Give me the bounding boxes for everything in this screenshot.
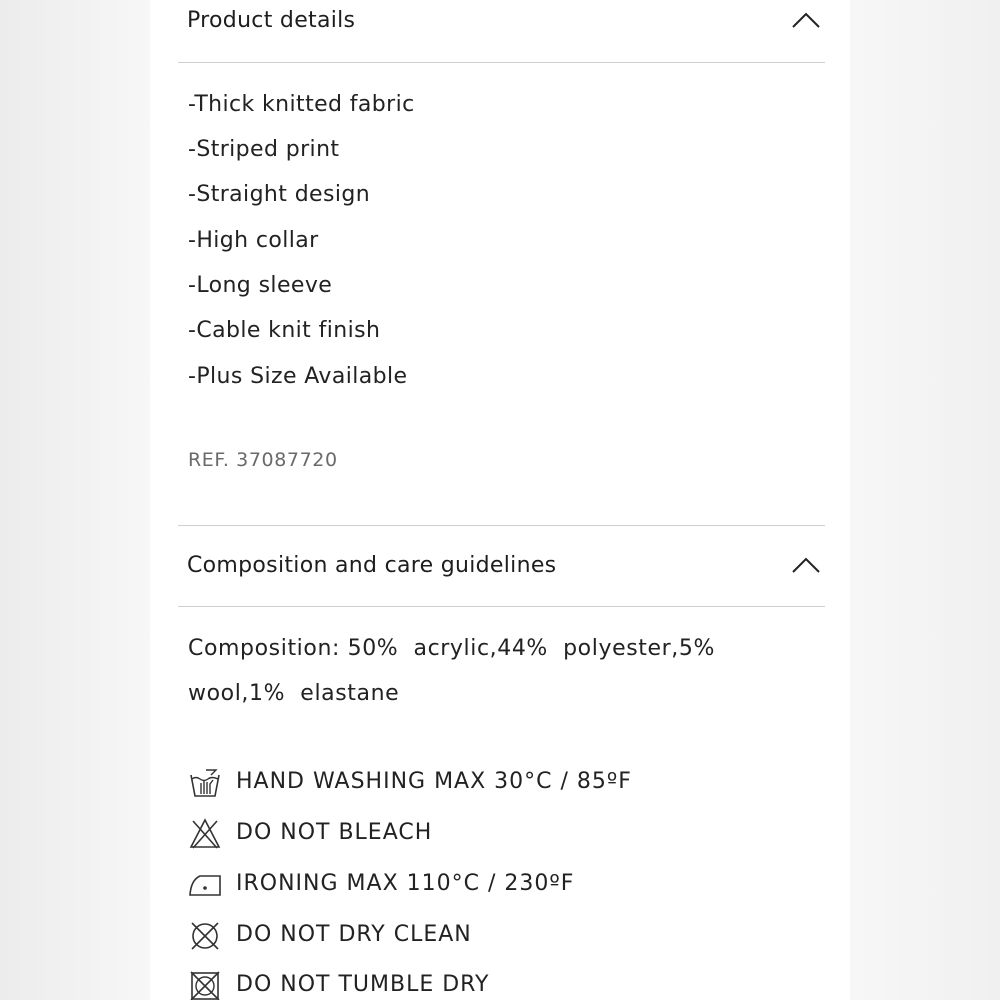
detail-item: -Striped print (188, 137, 340, 162)
care-text: IRONING MAX 110°C / 230ºF (236, 871, 575, 896)
product-details-title: Product details (187, 8, 356, 33)
no-bleach-icon (189, 818, 221, 849)
divider (178, 62, 825, 63)
care-text: DO NOT BLEACH (236, 820, 433, 845)
product-reference: REF. 37087720 (188, 449, 338, 471)
hand-wash-icon (190, 769, 220, 797)
detail-item: -Straight design (188, 182, 371, 207)
detail-item: -Plus Size Available (188, 364, 408, 389)
product-details-accordion-header[interactable]: Product details (178, 0, 825, 46)
detail-item: -Cable knit finish (188, 318, 381, 343)
divider (178, 606, 825, 607)
detail-item: -Thick knitted fabric (188, 92, 415, 117)
chevron-up-icon[interactable] (791, 553, 821, 577)
care-text: HAND WASHING MAX 30°C / 85ºF (236, 769, 632, 794)
care-text: DO NOT DRY CLEAN (236, 922, 472, 947)
detail-item: -Long sleeve (188, 273, 333, 298)
composition-text: Composition: 50% acrylic,44% polyester,5… (188, 636, 715, 661)
iron-icon (189, 875, 221, 896)
divider (178, 525, 825, 526)
composition-title: Composition and care guidelines (187, 553, 557, 578)
care-text: DO NOT TUMBLE DRY (236, 972, 490, 997)
page: Product details -Thick knitted fabric -S… (0, 0, 1000, 1000)
composition-accordion-header[interactable]: Composition and care guidelines (178, 545, 825, 591)
chevron-up-icon[interactable] (791, 8, 821, 32)
detail-item: -High collar (188, 228, 319, 253)
composition-text: wool,1% elastane (188, 681, 400, 706)
no-tumble-dry-icon (190, 971, 220, 1000)
no-dry-clean-icon (191, 922, 219, 950)
